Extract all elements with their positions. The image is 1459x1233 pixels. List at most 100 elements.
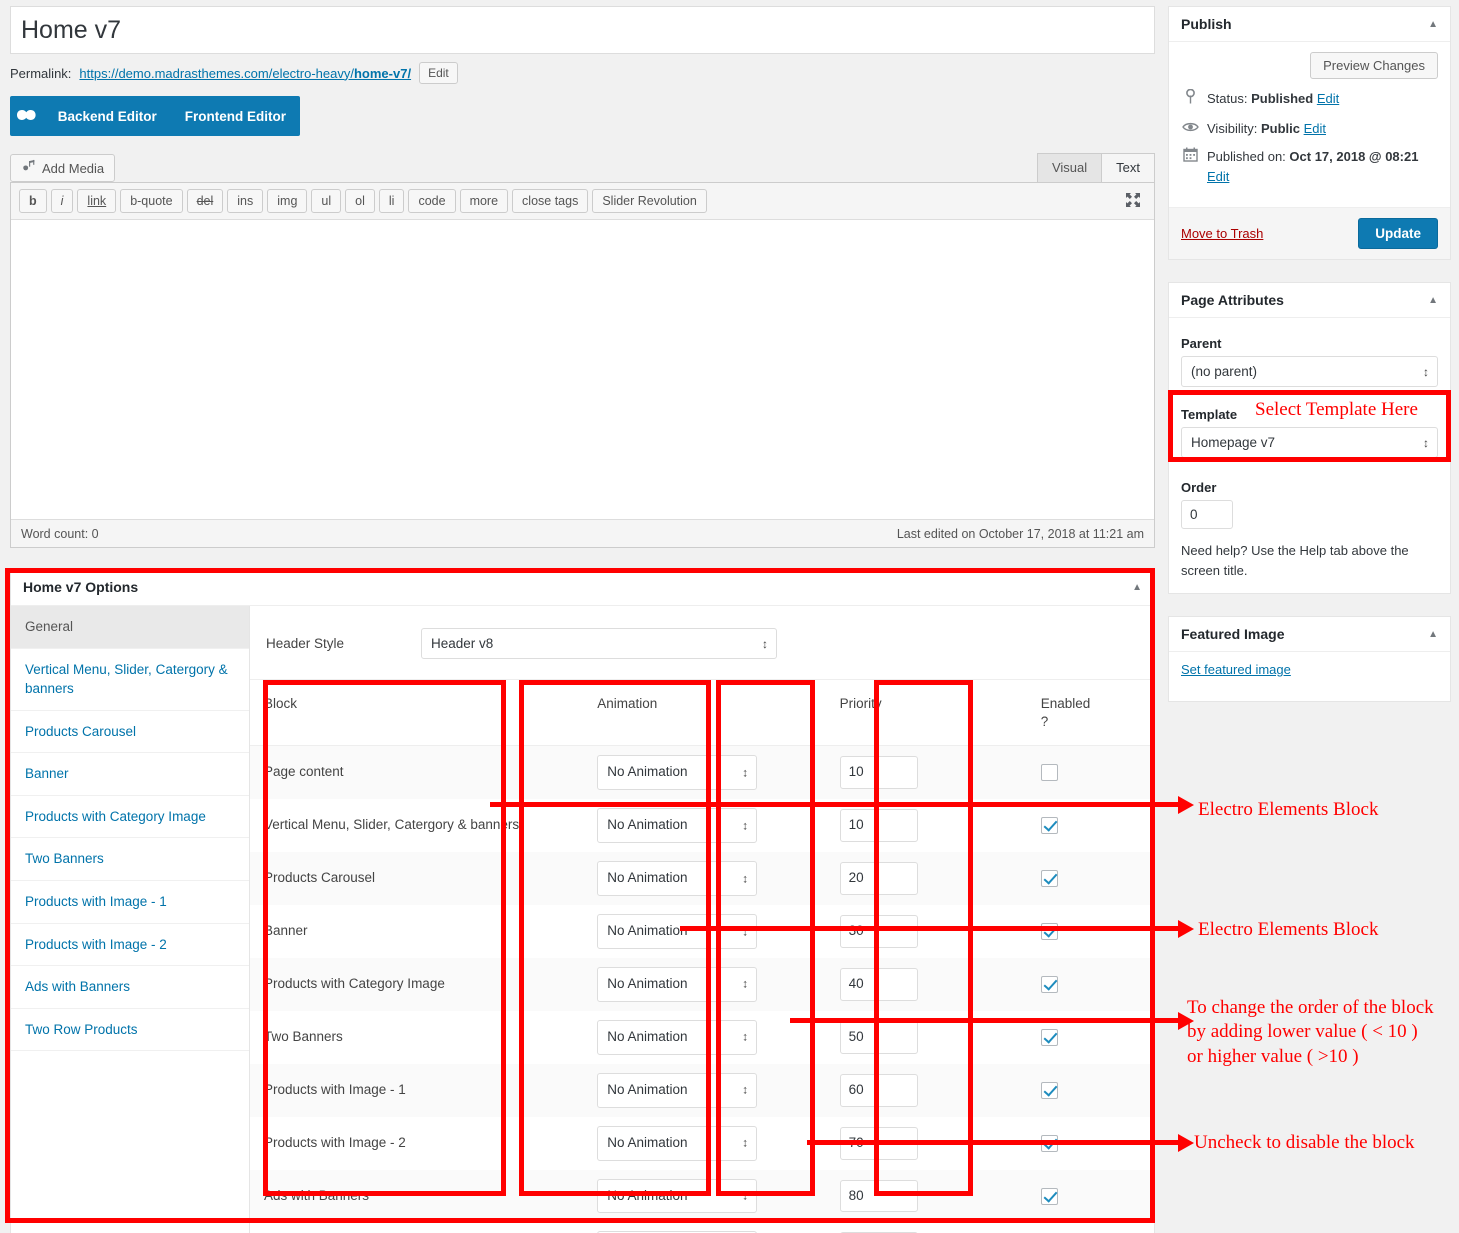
- parent-label: Parent: [1181, 336, 1222, 351]
- animation-select[interactable]: No Animation: [597, 1178, 758, 1214]
- sidebar-item-products-with-image-2[interactable]: Products with Image - 2: [11, 924, 249, 967]
- quicktag-link[interactable]: link: [77, 189, 117, 213]
- animation-select[interactable]: No Animation: [597, 1072, 758, 1108]
- col-header-priority: Priority: [825, 681, 955, 747]
- enabled-checkbox[interactable]: [1040, 1081, 1058, 1099]
- chevron-up-icon[interactable]: ▲: [1428, 19, 1438, 30]
- status-edit-link[interactable]: Edit: [1317, 91, 1339, 106]
- editor-switch: Backend Editor Frontend Editor: [10, 96, 300, 136]
- enabled-checkbox[interactable]: [1040, 870, 1058, 888]
- sidebar-item-general[interactable]: General: [11, 606, 249, 649]
- animation-select[interactable]: No Animation: [597, 967, 758, 1002]
- animation-select[interactable]: No Animation: [597, 1125, 758, 1161]
- priority-input[interactable]: 50: [839, 1020, 918, 1054]
- quicktag-img[interactable]: img: [267, 189, 308, 213]
- header-style-select[interactable]: Header v8: [421, 628, 777, 659]
- quicktag-i[interactable]: i: [50, 189, 74, 213]
- quicktag-li[interactable]: li: [378, 189, 405, 213]
- enabled-checkbox[interactable]: [1040, 1134, 1058, 1152]
- add-media-button[interactable]: Add Media: [10, 154, 116, 182]
- animation-select[interactable]: No Animation: [597, 861, 758, 897]
- quicktag-more[interactable]: more: [459, 189, 509, 213]
- sidebar-item-products-with-image-1[interactable]: Products with Image - 1: [11, 881, 249, 924]
- priority-input[interactable]: 60: [839, 1073, 918, 1107]
- parent-select[interactable]: (no parent): [1181, 356, 1438, 387]
- chevron-up-icon[interactable]: ▲: [1428, 629, 1438, 640]
- editor-status-bar: Word count: 0 Last edited on October 17,…: [11, 519, 1154, 547]
- row-animation-cell: No Animation: [583, 1170, 825, 1223]
- animation-select[interactable]: No Animation: [597, 755, 758, 791]
- blocks-table-body: Page content No Animation 10 Vertical Me…: [250, 745, 1154, 1233]
- row-spacer-cell: [954, 905, 1027, 958]
- enabled-checkbox[interactable]: [1040, 817, 1058, 835]
- priority-input[interactable]: 70: [839, 1126, 918, 1160]
- enabled-checkbox[interactable]: [1040, 1187, 1058, 1205]
- editor-textarea[interactable]: [11, 219, 1154, 519]
- row-enabled-cell: [1027, 1117, 1154, 1170]
- priority-input[interactable]: 40: [839, 968, 918, 1001]
- enabled-checkbox[interactable]: [1040, 764, 1058, 782]
- animation-select[interactable]: No Animation: [597, 914, 758, 949]
- preview-changes-button[interactable]: Preview Changes: [1310, 52, 1438, 79]
- sidebar-item-products-with-category-image[interactable]: Products with Category Image: [11, 796, 249, 839]
- quicktag-bquote[interactable]: b-quote: [120, 189, 183, 213]
- enabled-checkbox[interactable]: [1040, 923, 1058, 941]
- fullscreen-icon[interactable]: [1124, 191, 1142, 212]
- quicktag-code[interactable]: code: [408, 189, 456, 213]
- edit-permalink-button[interactable]: Edit: [419, 62, 458, 84]
- row-block-name: Products with Category Image: [264, 976, 445, 991]
- visibility-edit-link[interactable]: Edit: [1304, 121, 1326, 136]
- options-panel-body: General Vertical Menu, Slider, Catergory…: [11, 606, 1154, 1233]
- table-row: Products with Image - 1 No Animation 60: [250, 1063, 1154, 1117]
- frontend-editor-button[interactable]: Frontend Editor: [171, 96, 300, 136]
- sidebar-item-two-banners[interactable]: Two Banners: [11, 838, 249, 881]
- update-button[interactable]: Update: [1358, 218, 1438, 249]
- priority-input[interactable]: 30: [839, 915, 918, 948]
- date-edit-link[interactable]: Edit: [1207, 169, 1229, 184]
- enabled-checkbox[interactable]: [1040, 1028, 1058, 1046]
- priority-input[interactable]: 20: [839, 862, 918, 896]
- tab-text[interactable]: Text: [1101, 153, 1155, 182]
- animation-select[interactable]: No Animation: [597, 808, 758, 844]
- row-enabled-cell: [1027, 1011, 1154, 1064]
- sidebar-item-vertical-menu[interactable]: Vertical Menu, Slider, Catergory & banne…: [11, 649, 249, 711]
- row-spacer-cell: [954, 746, 1027, 799]
- quicktag-slider-revolution[interactable]: Slider Revolution: [592, 189, 707, 213]
- order-input[interactable]: 0: [1181, 500, 1233, 529]
- row-enabled-cell: [1027, 1222, 1154, 1233]
- priority-input[interactable]: 10: [839, 809, 918, 843]
- move-to-trash-link[interactable]: Move to Trash: [1181, 226, 1263, 241]
- vc-logo-icon: [10, 96, 44, 136]
- sidebar-item-banner[interactable]: Banner: [11, 753, 249, 796]
- priority-input[interactable]: 80: [839, 1179, 918, 1213]
- animation-select[interactable]: No Animation: [597, 1019, 758, 1055]
- table-row: Ads with Banners No Animation 80: [250, 1169, 1154, 1223]
- annotation-arrow-head-3: [1178, 1012, 1194, 1030]
- priority-input[interactable]: 10: [839, 756, 918, 790]
- publish-body: Preview Changes Status: Published Edit V…: [1169, 42, 1450, 207]
- row-priority-cell: 10: [826, 746, 954, 799]
- order-label: Order: [1181, 480, 1217, 495]
- backend-editor-button[interactable]: Backend Editor: [44, 96, 171, 136]
- quicktag-ul[interactable]: ul: [311, 189, 342, 213]
- row-spacer-cell: [954, 1064, 1027, 1117]
- chevron-up-icon[interactable]: ▲: [1132, 582, 1142, 593]
- quicktag-ol[interactable]: ol: [345, 189, 375, 213]
- quicktag-b[interactable]: b: [19, 189, 47, 213]
- set-featured-image-link[interactable]: Set featured image: [1181, 662, 1291, 677]
- sidebar-item-products-carousel[interactable]: Products Carousel: [11, 711, 249, 754]
- sidebar-item-two-row-products[interactable]: Two Row Products: [11, 1009, 249, 1052]
- home-v7-options-panel: Home v7 Options ▲ General Vertical Menu,…: [10, 568, 1155, 1233]
- quicktag-close-tags[interactable]: close tags: [512, 189, 589, 213]
- table-row: Two Banners No Animation 50: [250, 1010, 1154, 1064]
- template-select[interactable]: Homepage v7: [1181, 427, 1438, 458]
- tab-visual[interactable]: Visual: [1036, 153, 1103, 182]
- quicktag-ins[interactable]: ins: [227, 189, 264, 213]
- row-spacer-cell: [954, 1170, 1027, 1223]
- sidebar-item-ads-with-banners[interactable]: Ads with Banners: [11, 966, 249, 1009]
- post-title-field[interactable]: Home v7: [10, 6, 1155, 54]
- enabled-checkbox[interactable]: [1040, 975, 1058, 993]
- chevron-up-icon[interactable]: ▲: [1428, 295, 1438, 306]
- quicktag-del[interactable]: del: [186, 189, 224, 213]
- permalink-link[interactable]: https://demo.madrasthemes.com/electro-he…: [79, 66, 411, 81]
